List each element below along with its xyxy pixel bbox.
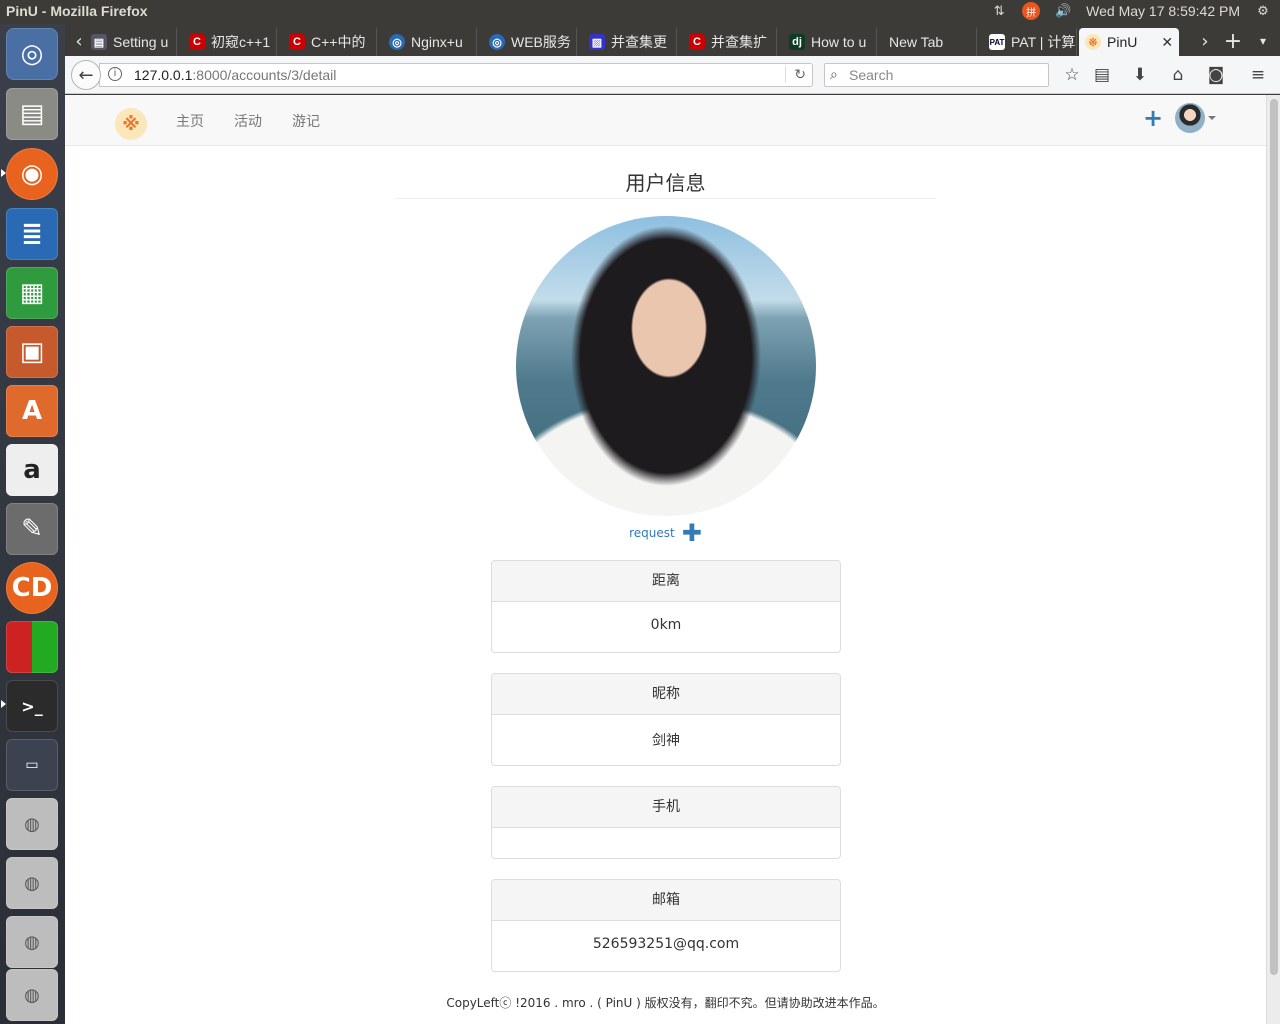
nav-travelogue-link[interactable]: 游记 [292, 111, 320, 131]
amazon-icon[interactable]: a [6, 444, 58, 496]
firefox-icon[interactable]: ◉ [6, 148, 58, 200]
doc-icon: ▤ [91, 34, 107, 50]
panel-heading: 距离 [492, 561, 840, 602]
nav-toolbar: i 127.0.0.1:8000/accounts/3/detail ↻ ← ⌕… [65, 56, 1280, 94]
disc-burner-icon[interactable]: CD [6, 562, 58, 614]
site-info-icon[interactable]: i [108, 67, 122, 81]
add-icon[interactable]: + [1143, 104, 1163, 132]
blog-icon: ▨ [589, 34, 605, 50]
system-top-panel: PinU - Mozilla Firefox ⇅ 拼 🔊 Wed May 17 … [0, 0, 1280, 24]
tab[interactable]: ▨ 并查集更 [583, 28, 677, 56]
search-input[interactable]: ⌕ Search [824, 63, 1049, 87]
drive-icon[interactable]: ◍ [6, 798, 58, 850]
calc-icon[interactable]: ▦ [6, 267, 58, 319]
panel-value [492, 828, 840, 843]
page-title: 用户信息 [395, 167, 936, 199]
search-icon: ⌕ [830, 66, 838, 82]
settings-gear-icon[interactable]: ⚙ [1254, 2, 1272, 20]
dash-home-icon[interactable]: ◎ [6, 28, 58, 80]
back-arrow-icon: ← [78, 64, 94, 86]
nickname-panel: 昵称 剑神 [491, 673, 841, 766]
tab[interactable]: ◎ Nginx+u [383, 28, 477, 56]
csdn-icon: C [289, 34, 305, 50]
phone-panel: 手机 [491, 786, 841, 859]
home-icon[interactable]: ⌂ [1167, 64, 1189, 86]
tab[interactable]: dj How to u [783, 28, 877, 56]
page-scrollbar[interactable] [1266, 95, 1280, 1024]
tabs-scroll-right-icon[interactable]: › [1193, 28, 1217, 54]
pocket-icon[interactable]: ◙ [1205, 64, 1227, 86]
pat-icon: PAT [989, 34, 1005, 50]
url-host: 127.0.0.1 [134, 67, 193, 83]
csdn-icon: C [189, 34, 205, 50]
nav-activity-link[interactable]: 活动 [234, 111, 262, 131]
panel-value: 526593251@qq.com [592, 936, 740, 952]
software-center-icon[interactable]: A [6, 385, 58, 437]
panel-heading: 手机 [492, 787, 840, 828]
unity-launcher: ◎ ▤ ◉ ≣ ▦ ▣ A a ✎ CD >_ ▭ ◍ ◍ ◍ ◍ [0, 24, 65, 1024]
drive-icon[interactable]: ◍ [6, 857, 58, 909]
pinu-icon: ※ [1085, 34, 1101, 50]
tab[interactable]: C C++中的 [283, 28, 377, 56]
tab[interactable]: C 初窥c++1 [183, 28, 277, 56]
page-viewport: ※ 主页 活动 游记 + 用户信息 request ✚ 距离 0km 昵称 剑神… [65, 95, 1266, 1024]
scrollbar-thumb[interactable] [1270, 99, 1278, 975]
back-button[interactable]: ← [71, 60, 101, 90]
bookmark-star-icon[interactable]: ☆ [1061, 64, 1083, 86]
csdn-icon: C [689, 34, 705, 50]
colors-app-icon[interactable] [6, 621, 58, 673]
pinu-logo[interactable]: ※ [115, 108, 147, 140]
tab-list-icon[interactable]: ▾ [1251, 28, 1275, 54]
request-row: request ✚ [65, 519, 1266, 547]
django-icon: dj [789, 34, 805, 50]
user-avatar[interactable] [1175, 103, 1205, 133]
tab[interactable]: ◎ WEB服务 [483, 28, 577, 56]
new-tab-icon[interactable]: + [1221, 28, 1245, 54]
distance-panel: 距离 0km [491, 560, 841, 653]
site-navbar: ※ 主页 活动 游记 + [65, 95, 1266, 146]
add-friend-icon[interactable]: ✚ [682, 519, 702, 547]
downloads-icon[interactable]: ⬇ [1129, 64, 1151, 86]
panel-value: 0km [650, 617, 682, 633]
request-link[interactable]: request [629, 526, 675, 540]
url-path: :8000/accounts/3/detail [192, 67, 337, 83]
profile-photo [516, 216, 816, 516]
panel-heading: 昵称 [492, 674, 840, 715]
network-icon[interactable]: ⇅ [990, 2, 1008, 20]
reload-icon[interactable]: ↻ [785, 66, 806, 83]
web-icon: ◎ [389, 34, 405, 50]
tab-active[interactable]: ※ PinU ✕ [1079, 28, 1179, 56]
clock[interactable]: Wed May 17 8:59:42 PM [1086, 3, 1240, 19]
tab[interactable]: ▤ Setting u [85, 28, 177, 56]
drive-icon[interactable]: ◍ [6, 969, 58, 1021]
system-settings-icon[interactable]: ✎ [6, 503, 58, 555]
input-method-icon[interactable]: 拼 [1022, 2, 1041, 20]
tab-bar: ‹ ▤ Setting u C 初窥c++1 C C++中的 ◎ Nginx+u ◎ WE… [65, 24, 1280, 56]
nav-home-link[interactable]: 主页 [176, 111, 204, 131]
volume-icon[interactable]: 🔊 [1054, 2, 1072, 20]
window-title: PinU - Mozilla Firefox [6, 3, 148, 19]
reading-list-icon[interactable]: ▤ [1091, 64, 1113, 86]
system-tray: ⇅ 拼 🔊 Wed May 17 8:59:42 PM ⚙ [990, 2, 1272, 20]
url-bar[interactable]: i 127.0.0.1:8000/accounts/3/detail ↻ [99, 63, 813, 87]
terminal-icon[interactable]: >_ [6, 680, 58, 732]
drive-icon[interactable]: ◍ [6, 916, 58, 968]
writer-icon[interactable]: ≣ [6, 208, 58, 260]
panel-value: 剑神 [652, 733, 680, 749]
panel-heading: 邮箱 [492, 880, 840, 921]
close-tab-icon[interactable]: ✕ [1161, 34, 1173, 51]
tab[interactable]: PAT PAT | 计算 [983, 28, 1077, 56]
menu-icon[interactable]: ≡ [1247, 64, 1269, 86]
impress-icon[interactable]: ▣ [6, 326, 58, 378]
tab[interactable]: New Tab [883, 28, 977, 56]
footer-copyleft: CopyLeftⓒ !2016 . mro . ( PinU ) 版权没有，翻印… [446, 996, 885, 1010]
workspace-switcher-icon[interactable]: ▭ [6, 739, 58, 791]
web-icon: ◎ [489, 34, 505, 50]
tab[interactable]: C 并查集扩 [683, 28, 777, 56]
email-panel: 邮箱 526593251@qq.com [491, 879, 841, 972]
files-icon[interactable]: ▤ [6, 88, 58, 140]
chevron-down-icon[interactable] [1208, 116, 1216, 120]
